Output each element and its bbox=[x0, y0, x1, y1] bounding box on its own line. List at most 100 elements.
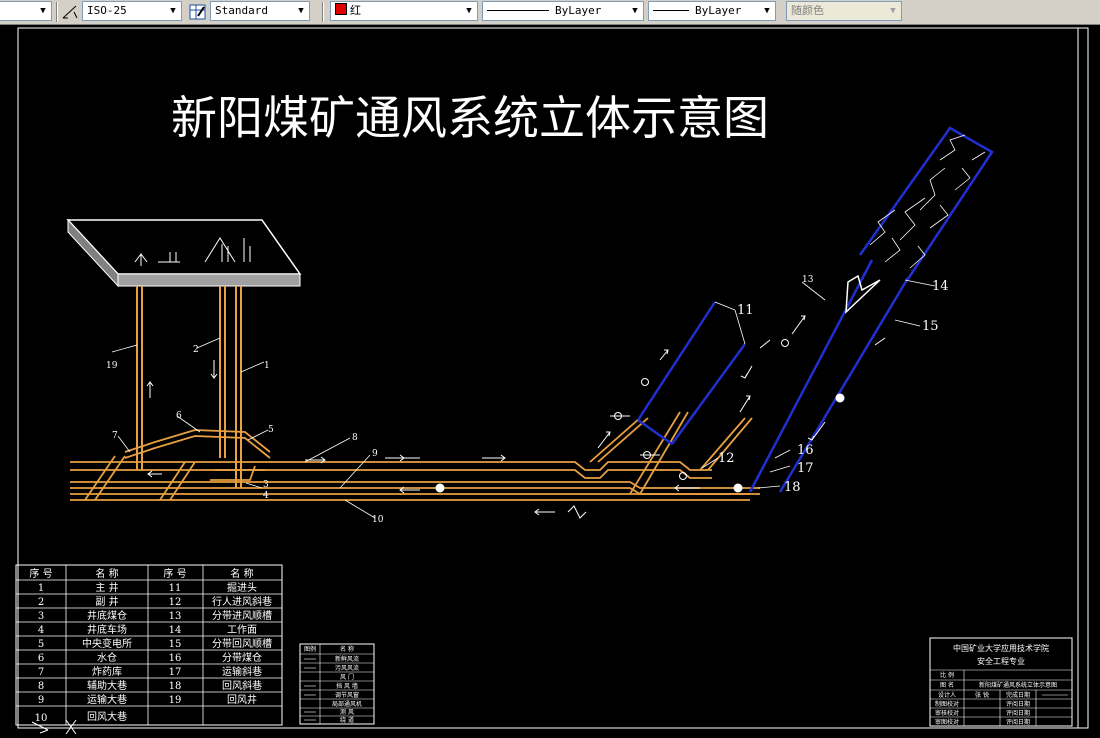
symbol-name: 局部通风机 bbox=[332, 700, 362, 708]
legend-cell: 掘进头 bbox=[227, 581, 257, 594]
legend-cell: 1 bbox=[38, 583, 44, 594]
date-label: 评阅日期 bbox=[1006, 718, 1030, 726]
table-row: 9 运输大巷 19 回风井 bbox=[38, 693, 257, 706]
legend-cell: 分带煤仓 bbox=[222, 651, 262, 664]
major-name: 安全工程专业 bbox=[977, 656, 1025, 666]
title-block-label: 设计人 bbox=[938, 691, 956, 699]
callout-8: 8 bbox=[352, 433, 358, 443]
symbol-name: 调节风窗 bbox=[335, 691, 359, 699]
symbol-header: 名 称 bbox=[340, 645, 354, 653]
drawing-svg: 新阳煤矿通风系统立体示意图 19 2 1 6 5 7 8 9 10 3 4 13… bbox=[15, 27, 1089, 735]
chevron-down-icon: ▼ bbox=[298, 6, 304, 16]
shafts bbox=[136, 286, 242, 488]
callout-7: 7 bbox=[112, 431, 118, 441]
legend-cell: 运输大巷 bbox=[87, 693, 127, 706]
legend-cell: 9 bbox=[38, 695, 44, 706]
legend-cell: 17 bbox=[169, 667, 182, 678]
legend-cell: 分带回风顺槽 bbox=[212, 637, 272, 650]
lineweight-value: ByLayer bbox=[695, 4, 742, 17]
legend-cell: 15 bbox=[169, 639, 182, 650]
legend-cell: 分带进风顺槽 bbox=[212, 609, 272, 622]
callout-1: 1 bbox=[264, 361, 270, 371]
legend-cell: 中央变电所 bbox=[82, 637, 132, 650]
properties-toolbar: ▼ ISO-25 ▼ Standard ▼ 红 ▼ ByLayer ▼ ByLayer ▼… bbox=[0, 0, 1100, 25]
table-row: 7 炸药库 17 运输斜巷 bbox=[38, 665, 262, 678]
legend-cell: 3 bbox=[38, 611, 44, 622]
callout-11: 11 bbox=[737, 303, 754, 318]
callout-13: 13 bbox=[802, 275, 814, 285]
legend-cell: 12 bbox=[169, 597, 182, 608]
callout-10: 10 bbox=[372, 515, 384, 525]
lineweight-dropdown[interactable]: ByLayer ▼ bbox=[648, 1, 776, 21]
legend-cell: 2 bbox=[38, 597, 44, 608]
linetype-dropdown[interactable]: ByLayer ▼ bbox=[482, 1, 644, 21]
callout-18: 18 bbox=[784, 480, 801, 495]
legend-cell: 水仓 bbox=[97, 651, 117, 664]
legend-cell: 19 bbox=[169, 695, 182, 706]
table-style-dropdown[interactable]: Standard ▼ bbox=[210, 1, 310, 21]
toolbar-separator bbox=[322, 2, 324, 22]
designer-name: 张 锐 bbox=[975, 691, 989, 699]
legend-cell: 4 bbox=[38, 625, 44, 636]
chevron-down-icon: ▼ bbox=[466, 6, 472, 16]
legend-cell: 工作面 bbox=[227, 624, 257, 636]
legend-cell: 回风斜巷 bbox=[222, 679, 262, 692]
symbol-name: 绕 道 bbox=[340, 716, 354, 724]
symbol-header: 图例 bbox=[304, 645, 316, 653]
symbol-name: 测 风 bbox=[340, 708, 354, 716]
legend-cell: 18 bbox=[169, 681, 182, 692]
symbol-legend: 图例 名 称 新鲜风流 污风风流 风 门 挡 风 墙 调节风窗 局部通风机 测 … bbox=[299, 643, 375, 725]
callout-5: 5 bbox=[268, 425, 274, 435]
title-block-label: 制图校对 bbox=[935, 700, 959, 708]
linetype-sample bbox=[487, 10, 549, 11]
legend-cell: 辅助大巷 bbox=[87, 679, 127, 692]
callouts-large: 11 12 14 15 16 17 18 bbox=[718, 279, 949, 495]
lineweight-sample bbox=[653, 10, 689, 11]
drawing-canvas[interactable]: 新阳煤矿通风系统立体示意图 19 2 1 6 5 7 8 9 10 3 4 13… bbox=[0, 25, 1100, 735]
legend-cell: 5 bbox=[38, 639, 44, 650]
ground-surface bbox=[66, 218, 302, 288]
legend-cell: 井底车场 bbox=[87, 623, 127, 636]
chevron-down-icon: ▼ bbox=[890, 6, 896, 16]
chevron-down-icon: ▼ bbox=[632, 6, 638, 16]
title-block-label: 比 例 bbox=[940, 671, 954, 679]
legend-cell: 7 bbox=[38, 667, 44, 678]
table-row: 1 主 井 11 掘进头 bbox=[38, 581, 257, 594]
table-row: 5 中央变电所 15 分带回风顺槽 bbox=[38, 637, 272, 650]
symbol-name: 挡 风 墙 bbox=[336, 682, 358, 690]
legend-cell: 井底煤仓 bbox=[87, 609, 127, 622]
table-row: 2 副 井 12 行人进风斜巷 bbox=[38, 595, 272, 608]
date-label: 完成日期 bbox=[1006, 691, 1030, 699]
table-row: 4 井底车场 14 工作面 bbox=[38, 623, 257, 636]
title-block-label: 审核校对 bbox=[935, 709, 959, 717]
legend-cell: 副 井 bbox=[95, 595, 118, 608]
callout-6: 6 bbox=[176, 411, 182, 421]
table-row: 6 水仓 16 分带煤仓 bbox=[38, 651, 262, 664]
table-style-value: Standard bbox=[215, 4, 268, 17]
color-value: 红 bbox=[350, 4, 361, 17]
plot-style-dropdown[interactable]: 随颜色 ▼ bbox=[786, 1, 902, 21]
date-label: 评阅日期 bbox=[1006, 700, 1030, 708]
symbol-name: 新鲜风流 bbox=[335, 655, 359, 663]
legend-header-name: 名 称 bbox=[95, 567, 118, 580]
legend-header-no: 序 号 bbox=[163, 567, 186, 580]
table-row: 8 辅助大巷 18 回风斜巷 bbox=[38, 679, 262, 692]
legend-cell: 回风井 bbox=[227, 693, 257, 706]
title-block: 中国矿业大学应用技术学院 安全工程专业 比 例 图 名 新阳煤矿通风系统立体示意… bbox=[929, 637, 1073, 727]
table-row: 10 回风大巷 bbox=[35, 710, 127, 724]
date-label: 评阅日期 bbox=[1006, 709, 1030, 717]
dim-style-dropdown[interactable]: ISO-25 ▼ bbox=[82, 1, 182, 21]
callout-2: 2 bbox=[193, 345, 199, 355]
plot-style-value: 随颜色 bbox=[791, 4, 824, 17]
table-style-icon[interactable] bbox=[188, 2, 208, 22]
color-dropdown[interactable]: 红 ▼ bbox=[330, 1, 478, 21]
dimension-style-icon[interactable] bbox=[60, 2, 80, 22]
layer-dropdown[interactable]: ▼ bbox=[0, 1, 52, 21]
legend-cell: 13 bbox=[169, 611, 182, 622]
school-name: 中国矿业大学应用技术学院 bbox=[953, 643, 1049, 653]
callout-12: 12 bbox=[718, 451, 735, 466]
callout-16: 16 bbox=[797, 443, 814, 458]
callout-14: 14 bbox=[932, 279, 949, 294]
legend-cell: 16 bbox=[169, 653, 182, 664]
callout-19: 19 bbox=[106, 361, 118, 371]
